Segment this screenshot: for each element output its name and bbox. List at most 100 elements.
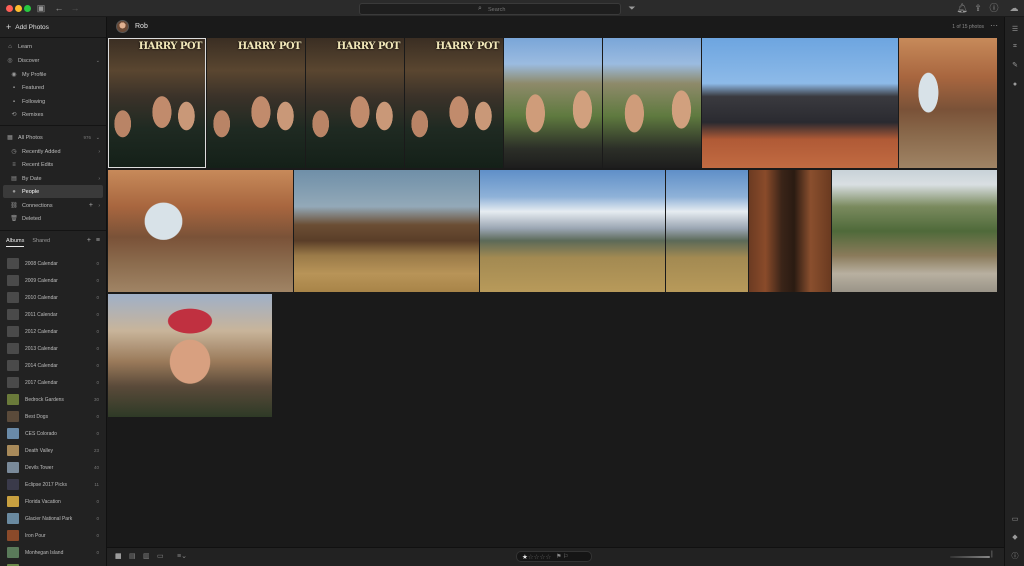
search-input[interactable] [488,5,608,14]
forward-arrow-icon[interactable]: → [69,3,81,14]
plus-icon[interactable]: + [89,202,93,209]
album-item[interactable]: CES Colorado 0 [0,425,106,442]
search-field[interactable]: ⌕ [359,3,621,15]
crop-icon[interactable]: ⌗ [1011,43,1019,51]
tab-shared[interactable]: Shared [32,238,50,247]
count-badge: 976 [83,135,91,140]
back-arrow-icon[interactable]: ← [53,3,65,14]
sidebar-item-label: All Photos [18,134,43,141]
album-item[interactable]: Iron Pour 0 [0,527,106,544]
album-item[interactable]: Eclipse 2017 Picks 11 [0,476,106,493]
calendar-icon: ▤ [11,176,17,182]
zoom-window-button[interactable] [24,5,31,12]
album-item[interactable]: 2010 Calendar 0 [0,289,106,306]
album-item[interactable]: Best Dogs 0 [0,408,106,425]
thumbnail-size-slider[interactable] [950,556,990,558]
photo-thumbnail-harry-potter-selfie-3[interactable] [306,38,404,168]
bell-icon[interactable]: 🔔︎ [956,3,968,14]
album-item[interactable]: 2008 Calendar 0 [0,255,106,272]
chevron-down-icon[interactable]: ⌄ [96,58,100,64]
rating-control[interactable]: ★☆☆☆☆ ⚑ ⚐ [516,551,592,562]
album-item[interactable]: 2009 Calendar 0 [0,272,106,289]
photo-thumbnail-harry-potter-selfie-4[interactable] [405,38,503,168]
album-item[interactable]: 2013 Calendar 0 [0,340,106,357]
tab-albums[interactable]: Albums [6,238,25,247]
album-item[interactable]: Monhegan Island 0 [0,544,106,561]
share-icon[interactable]: ⇪ [972,3,984,14]
photo-thumbnail-harry-potter-selfie-1[interactable] [108,38,206,168]
sliders-icon[interactable]: ☰ [1011,25,1019,33]
photo-thumbnail-desert-selfie-red-cap[interactable] [108,294,272,417]
square-grid-view-icon[interactable]: ▦ [115,552,122,560]
album-thumbnail [7,530,19,541]
minimize-window-button[interactable] [15,5,22,12]
help-icon[interactable]: ⓘ [988,3,1000,14]
healing-brush-icon[interactable]: ✎ [1011,61,1019,69]
album-thumbnail [7,326,19,337]
chevron-down-icon[interactable]: ⌄ [96,135,100,141]
photo-thumbnail-moulton-barn-photographer[interactable] [294,170,479,292]
album-item[interactable]: 2014 Calendar 0 [0,357,106,374]
photo-thumbnail-grand-teton-barn-wide[interactable] [480,170,665,292]
comment-icon[interactable]: ▭ [1011,515,1019,523]
photo-thumbnail-harry-potter-selfie-2[interactable] [207,38,305,168]
album-item[interactable]: Devils Tower 40 [0,459,106,476]
photo-thumbnail-yellowstone-canyon-portrait[interactable] [832,170,997,292]
person-name[interactable]: Rob [135,23,148,30]
cloud-sync-icon[interactable]: ☁ [1008,3,1020,14]
photo-thumbnail-grand-teton-barn-tall[interactable] [666,170,748,292]
photo-thumbnail-devils-tower-selfie-2[interactable] [603,38,701,168]
sidebar-item-remixes[interactable]: ⟲ Remixes [0,108,106,121]
chevron-right-icon[interactable]: › [98,203,100,209]
sidebar-item-by-date[interactable]: ▤ By Date › [0,172,106,185]
star-icon[interactable]: ☆ [545,554,551,561]
album-item[interactable]: 2011 Calendar 0 [0,306,106,323]
sidebar-item-deleted[interactable]: 🗑︎ Deleted [0,212,106,225]
sidebar-item-connections[interactable]: ⛓ Connections + › [0,199,106,212]
album-thumbnail [7,513,19,524]
sidebar-item-learn[interactable]: ⌂ Learn [0,40,106,53]
photo-thumbnail-group-photo-desert[interactable] [702,38,898,168]
sidebar-item-people[interactable]: ● People [3,185,103,198]
album-item[interactable]: 2017 Calendar 0 [0,374,106,391]
chevron-right-icon[interactable]: › [98,176,100,182]
circle-icon[interactable]: ● [1011,81,1019,88]
album-item[interactable]: 2012 Calendar 0 [0,323,106,340]
star-rating[interactable]: ★☆☆☆☆ [522,553,551,561]
avatar[interactable] [116,20,129,33]
add-album-icon[interactable]: + [87,237,91,244]
album-item[interactable]: Bedrock Gardens 30 [0,391,106,408]
sort-icon[interactable]: ≡⌄ [177,552,187,560]
sidebar-item-discover[interactable]: ◎ Discover ⌄ [0,54,106,67]
sidebar-item-label: Connections [22,202,53,209]
sort-icon[interactable]: ≡ [96,237,100,244]
photo-thumbnail-devils-tower-selfie-1[interactable] [504,38,602,168]
photo-thumbnail-man-with-rock-formation[interactable] [899,38,997,168]
info-icon[interactable]: ⓘ [1011,551,1019,561]
sidebar-item-featured[interactable]: ▪ Featured [0,81,106,94]
album-count: 0 [96,550,99,555]
close-window-button[interactable] [6,5,13,12]
slider-handle[interactable]: | [991,551,993,558]
sidebar-item-recent-edits[interactable]: ≡ Recent Edits [0,158,106,171]
chevron-right-icon[interactable]: › [98,149,100,155]
add-photos-button[interactable]: + Add Photos [6,22,49,32]
photo-grid-view-icon[interactable]: ▤ [129,552,136,560]
detail-view-icon[interactable]: ▭ [157,552,164,560]
tag-icon[interactable]: ◆ [1011,533,1019,541]
photo-thumbnail-redwood-tree-tunnel[interactable] [749,170,831,292]
sidebar-item-recently-added[interactable]: ◷ Recently Added › [0,145,106,158]
large-grid-view-icon[interactable]: ▥ [143,552,150,560]
sidebar-item-following[interactable]: ▪ Following [0,95,106,108]
filter-icon[interactable]: ⏷ [626,3,638,14]
sidebar-item-my-profile[interactable]: ◉ My Profile [0,68,106,81]
photo-thumbnail-mesa-arch-group[interactable] [108,170,293,292]
flag-icon[interactable]: ⚑ ⚐ [556,553,568,560]
more-options-icon[interactable]: ··· [990,21,998,30]
album-item[interactable]: Florida Vacation 0 [0,493,106,510]
sidebar-toggle-icon[interactable]: ▣ [35,3,47,14]
album-item[interactable]: Death Valley 23 [0,442,106,459]
sidebar-item-all-photos[interactable]: ▦ All Photos 976 ⌄ [0,131,106,144]
album-item[interactable]: Glacier National Park 0 [0,510,106,527]
album-item[interactable]: National Parks0 [0,561,106,566]
